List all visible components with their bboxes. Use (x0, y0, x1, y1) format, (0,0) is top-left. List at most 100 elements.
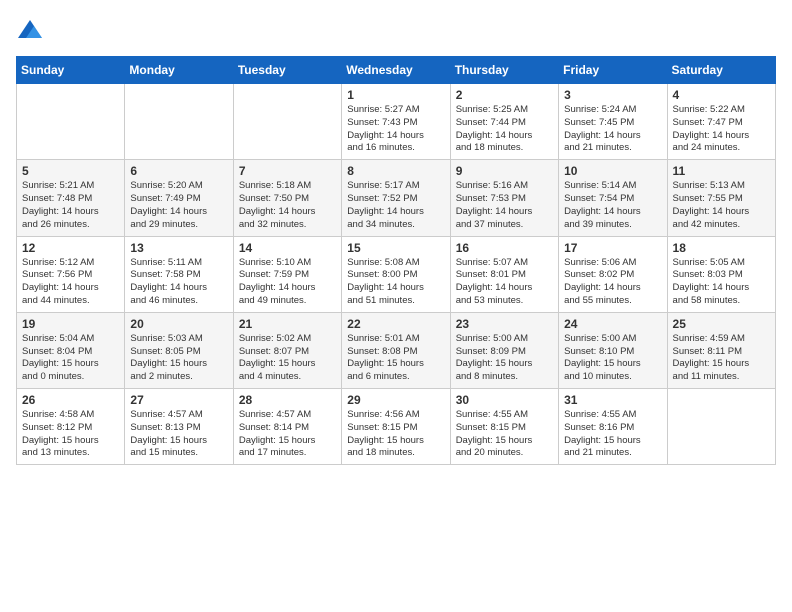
weekday-header-row: SundayMondayTuesdayWednesdayThursdayFrid… (17, 57, 776, 84)
day-info: Sunrise: 5:16 AM Sunset: 7:53 PM Dayligh… (456, 180, 553, 231)
day-number: 6 (130, 164, 227, 178)
calendar-cell (17, 84, 125, 160)
week-row-2: 5 Sunrise: 5:21 AM Sunset: 7:48 PM Daylig… (17, 160, 776, 236)
calendar-cell: 28 Sunrise: 4:57 AM Sunset: 8:14 PM Dayli… (233, 389, 341, 465)
day-info: Sunrise: 5:03 AM Sunset: 8:05 PM Dayligh… (130, 333, 227, 384)
day-number: 15 (347, 241, 444, 255)
week-row-5: 26 Sunrise: 4:58 AM Sunset: 8:12 PM Dayli… (17, 389, 776, 465)
day-number: 13 (130, 241, 227, 255)
day-number: 2 (456, 88, 553, 102)
day-info: Sunrise: 5:04 AM Sunset: 8:04 PM Dayligh… (22, 333, 119, 384)
day-info: Sunrise: 5:25 AM Sunset: 7:44 PM Dayligh… (456, 104, 553, 155)
day-info: Sunrise: 4:55 AM Sunset: 8:15 PM Dayligh… (456, 409, 553, 460)
day-number: 12 (22, 241, 119, 255)
day-number: 21 (239, 317, 336, 331)
day-info: Sunrise: 5:24 AM Sunset: 7:45 PM Dayligh… (564, 104, 661, 155)
day-number: 4 (673, 88, 770, 102)
calendar-cell: 5 Sunrise: 5:21 AM Sunset: 7:48 PM Daylig… (17, 160, 125, 236)
day-number: 5 (22, 164, 119, 178)
day-info: Sunrise: 4:59 AM Sunset: 8:11 PM Dayligh… (673, 333, 770, 384)
day-number: 17 (564, 241, 661, 255)
day-info: Sunrise: 5:07 AM Sunset: 8:01 PM Dayligh… (456, 257, 553, 308)
day-number: 8 (347, 164, 444, 178)
calendar-cell: 7 Sunrise: 5:18 AM Sunset: 7:50 PM Daylig… (233, 160, 341, 236)
day-info: Sunrise: 5:21 AM Sunset: 7:48 PM Dayligh… (22, 180, 119, 231)
day-number: 27 (130, 393, 227, 407)
day-info: Sunrise: 5:06 AM Sunset: 8:02 PM Dayligh… (564, 257, 661, 308)
weekday-friday: Friday (559, 57, 667, 84)
calendar-cell: 18 Sunrise: 5:05 AM Sunset: 8:03 PM Dayli… (667, 236, 775, 312)
day-number: 25 (673, 317, 770, 331)
day-info: Sunrise: 5:12 AM Sunset: 7:56 PM Dayligh… (22, 257, 119, 308)
day-number: 26 (22, 393, 119, 407)
day-number: 31 (564, 393, 661, 407)
weekday-thursday: Thursday (450, 57, 558, 84)
calendar-cell: 6 Sunrise: 5:20 AM Sunset: 7:49 PM Daylig… (125, 160, 233, 236)
day-number: 16 (456, 241, 553, 255)
week-row-1: 1Sunrise: 5:27 AM Sunset: 7:43 PM Daylig… (17, 84, 776, 160)
weekday-tuesday: Tuesday (233, 57, 341, 84)
day-info: Sunrise: 4:57 AM Sunset: 8:14 PM Dayligh… (239, 409, 336, 460)
day-number: 7 (239, 164, 336, 178)
weekday-saturday: Saturday (667, 57, 775, 84)
weekday-monday: Monday (125, 57, 233, 84)
day-info: Sunrise: 5:10 AM Sunset: 7:59 PM Dayligh… (239, 257, 336, 308)
day-info: Sunrise: 5:11 AM Sunset: 7:58 PM Dayligh… (130, 257, 227, 308)
day-number: 10 (564, 164, 661, 178)
calendar-cell (125, 84, 233, 160)
day-number: 1 (347, 88, 444, 102)
week-row-4: 19 Sunrise: 5:04 AM Sunset: 8:04 PM Dayli… (17, 312, 776, 388)
calendar-cell: 30 Sunrise: 4:55 AM Sunset: 8:15 PM Dayli… (450, 389, 558, 465)
calendar-cell: 29 Sunrise: 4:56 AM Sunset: 8:15 PM Dayli… (342, 389, 450, 465)
calendar-cell: 19 Sunrise: 5:04 AM Sunset: 8:04 PM Dayli… (17, 312, 125, 388)
weekday-wednesday: Wednesday (342, 57, 450, 84)
calendar-table: SundayMondayTuesdayWednesdayThursdayFrid… (16, 56, 776, 465)
calendar-cell: 26 Sunrise: 4:58 AM Sunset: 8:12 PM Dayli… (17, 389, 125, 465)
day-number: 29 (347, 393, 444, 407)
day-info: Sunrise: 5:08 AM Sunset: 8:00 PM Dayligh… (347, 257, 444, 308)
calendar-cell: 23Sunrise: 5:00 AM Sunset: 8:09 PM Dayli… (450, 312, 558, 388)
page-header (16, 16, 776, 44)
calendar-cell: 1Sunrise: 5:27 AM Sunset: 7:43 PM Daylig… (342, 84, 450, 160)
calendar-cell: 15 Sunrise: 5:08 AM Sunset: 8:00 PM Dayli… (342, 236, 450, 312)
day-info: Sunrise: 5:00 AM Sunset: 8:09 PM Dayligh… (456, 333, 553, 384)
day-number: 28 (239, 393, 336, 407)
day-number: 20 (130, 317, 227, 331)
calendar-body: 1Sunrise: 5:27 AM Sunset: 7:43 PM Daylig… (17, 84, 776, 465)
calendar-cell: 8Sunrise: 5:17 AM Sunset: 7:52 PM Daylig… (342, 160, 450, 236)
calendar-cell: 4 Sunrise: 5:22 AM Sunset: 7:47 PM Daylig… (667, 84, 775, 160)
day-info: Sunrise: 4:55 AM Sunset: 8:16 PM Dayligh… (564, 409, 661, 460)
day-number: 11 (673, 164, 770, 178)
week-row-3: 12 Sunrise: 5:12 AM Sunset: 7:56 PM Dayli… (17, 236, 776, 312)
calendar-cell: 31 Sunrise: 4:55 AM Sunset: 8:16 PM Dayli… (559, 389, 667, 465)
day-number: 3 (564, 88, 661, 102)
day-info: Sunrise: 5:01 AM Sunset: 8:08 PM Dayligh… (347, 333, 444, 384)
day-info: Sunrise: 5:18 AM Sunset: 7:50 PM Dayligh… (239, 180, 336, 231)
calendar-cell: 27Sunrise: 4:57 AM Sunset: 8:13 PM Dayli… (125, 389, 233, 465)
day-number: 19 (22, 317, 119, 331)
day-info: Sunrise: 4:56 AM Sunset: 8:15 PM Dayligh… (347, 409, 444, 460)
day-number: 24 (564, 317, 661, 331)
day-info: Sunrise: 5:22 AM Sunset: 7:47 PM Dayligh… (673, 104, 770, 155)
calendar-cell: 2 Sunrise: 5:25 AM Sunset: 7:44 PM Daylig… (450, 84, 558, 160)
day-info: Sunrise: 4:58 AM Sunset: 8:12 PM Dayligh… (22, 409, 119, 460)
calendar-cell: 16 Sunrise: 5:07 AM Sunset: 8:01 PM Dayli… (450, 236, 558, 312)
calendar-cell: 22Sunrise: 5:01 AM Sunset: 8:08 PM Dayli… (342, 312, 450, 388)
day-number: 30 (456, 393, 553, 407)
calendar-cell (667, 389, 775, 465)
weekday-sunday: Sunday (17, 57, 125, 84)
calendar-cell: 21 Sunrise: 5:02 AM Sunset: 8:07 PM Dayli… (233, 312, 341, 388)
day-info: Sunrise: 5:14 AM Sunset: 7:54 PM Dayligh… (564, 180, 661, 231)
calendar-cell: 14Sunrise: 5:10 AM Sunset: 7:59 PM Dayli… (233, 236, 341, 312)
day-info: Sunrise: 5:05 AM Sunset: 8:03 PM Dayligh… (673, 257, 770, 308)
day-number: 18 (673, 241, 770, 255)
day-info: Sunrise: 5:20 AM Sunset: 7:49 PM Dayligh… (130, 180, 227, 231)
calendar-cell: 11 Sunrise: 5:13 AM Sunset: 7:55 PM Dayli… (667, 160, 775, 236)
calendar-cell: 3 Sunrise: 5:24 AM Sunset: 7:45 PM Daylig… (559, 84, 667, 160)
day-info: Sunrise: 5:02 AM Sunset: 8:07 PM Dayligh… (239, 333, 336, 384)
day-number: 9 (456, 164, 553, 178)
day-info: Sunrise: 5:13 AM Sunset: 7:55 PM Dayligh… (673, 180, 770, 231)
logo-icon (16, 16, 44, 44)
calendar-cell: 13 Sunrise: 5:11 AM Sunset: 7:58 PM Dayli… (125, 236, 233, 312)
calendar-cell: 9 Sunrise: 5:16 AM Sunset: 7:53 PM Daylig… (450, 160, 558, 236)
